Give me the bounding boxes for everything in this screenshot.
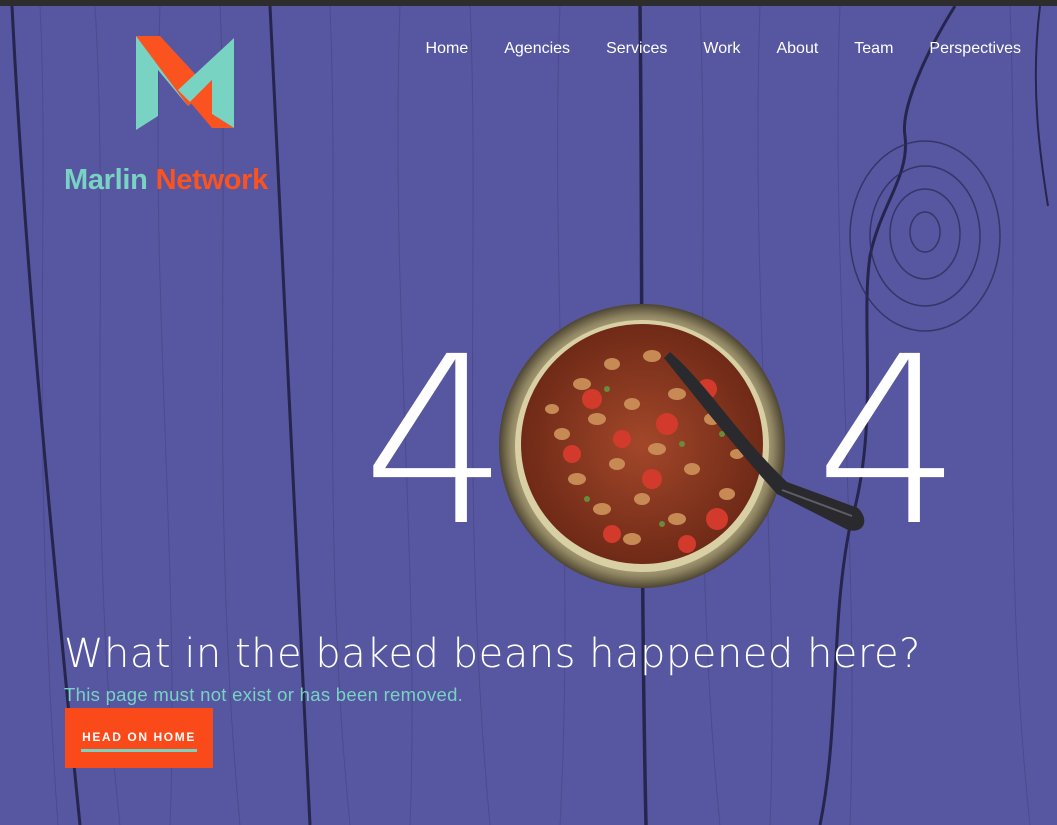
nav-item-team[interactable]: Team [854, 40, 893, 58]
brand-name: Marlin Network [64, 164, 268, 197]
error-digit-right: 4 [815, 307, 963, 577]
nav-item-about[interactable]: About [776, 40, 818, 58]
brand-word-network: Network [155, 164, 269, 196]
cta-underline [81, 749, 197, 752]
nav-item-services[interactable]: Services [606, 40, 667, 58]
main-nav: Home Agencies Services Work About Team P… [390, 40, 1021, 58]
error-headline: What in the baked beans happened here? [64, 630, 921, 677]
head-on-home-button[interactable]: HEAD ON HOME [65, 708, 213, 768]
error-message: This page must not exist or has been rem… [64, 683, 464, 705]
nav-item-work[interactable]: Work [703, 40, 740, 58]
brand-logo[interactable]: Marlin Network [64, 36, 314, 206]
error-digit-left: 4 [362, 307, 510, 577]
nav-item-perspectives[interactable]: Perspectives [929, 40, 1021, 58]
nav-item-agencies[interactable]: Agencies [504, 40, 570, 58]
error-page: Marlin Network Home Agencies Services Wor… [0, 6, 1057, 825]
m-logo-icon [136, 36, 234, 130]
brand-word-marlin: Marlin [64, 164, 148, 196]
head-on-home-label: HEAD ON HOME [82, 730, 196, 744]
nav-item-home[interactable]: Home [426, 40, 469, 58]
